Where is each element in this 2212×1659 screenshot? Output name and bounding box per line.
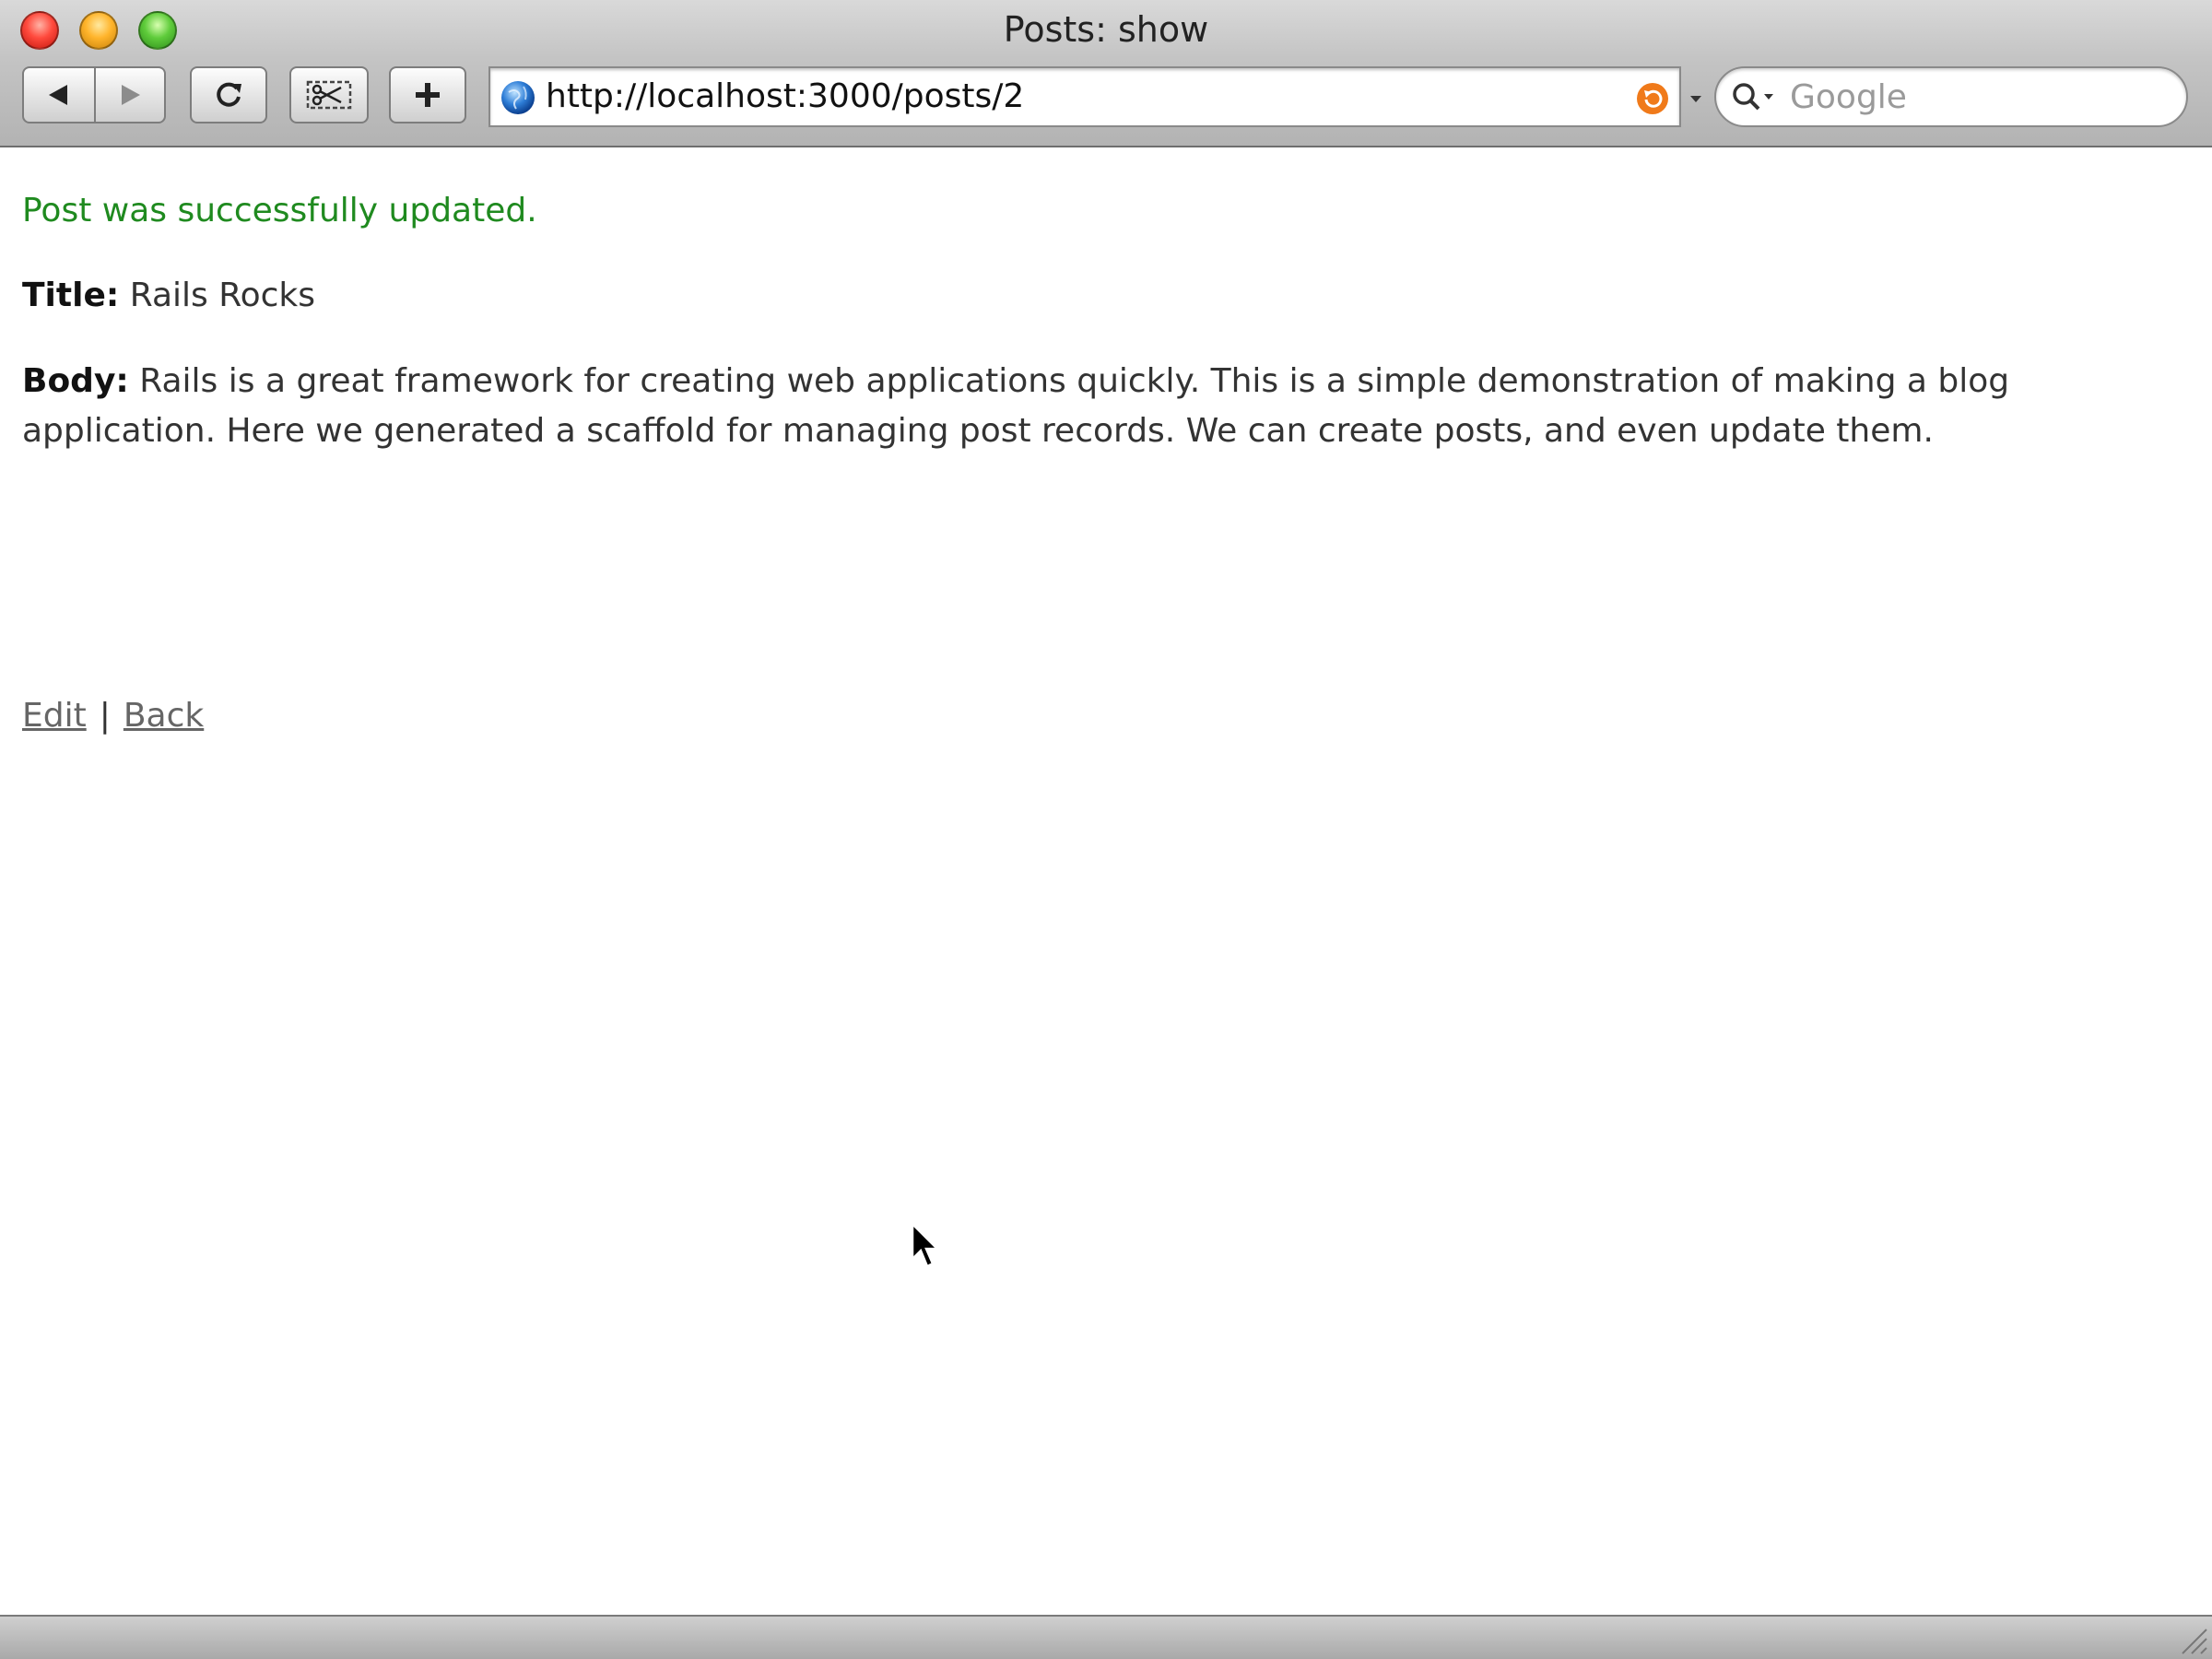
add-bookmark-icon xyxy=(416,83,440,107)
body-label: Body: xyxy=(22,362,129,400)
title-bar[interactable]: Posts: show xyxy=(0,0,2212,59)
search-icon[interactable] xyxy=(1729,79,1781,116)
title-value: Rails Rocks xyxy=(129,276,316,314)
browser-window: Posts: show http://localhost:3000/posts/… xyxy=(0,0,2212,1659)
resize-grip-icon[interactable] xyxy=(2175,1622,2208,1655)
search-bar[interactable] xyxy=(1714,66,2188,127)
post-actions: Edit | Back xyxy=(22,691,204,741)
back-button[interactable] xyxy=(22,66,96,124)
reload-button[interactable] xyxy=(190,66,267,124)
back-link[interactable]: Back xyxy=(124,697,204,735)
reload-icon xyxy=(217,82,241,107)
post-title-field: Title: Rails Rocks xyxy=(22,271,315,321)
title-label: Title: xyxy=(22,276,120,314)
window-title: Posts: show xyxy=(1003,9,1209,50)
web-clip-button[interactable] xyxy=(289,66,369,124)
mouse-cursor-icon xyxy=(911,1222,940,1268)
url-text[interactable]: http://localhost:3000/posts/2 xyxy=(546,77,1024,115)
link-separator: | xyxy=(99,697,111,735)
add-bookmark-button[interactable] xyxy=(389,66,466,124)
forward-button[interactable] xyxy=(94,66,166,124)
browser-chrome: Posts: show http://localhost:3000/posts/… xyxy=(0,0,2212,147)
status-bar xyxy=(0,1615,2212,1659)
edit-link[interactable]: Edit xyxy=(22,697,87,735)
globe-icon xyxy=(501,81,535,114)
address-dropdown-icon[interactable] xyxy=(1688,90,1703,105)
back-arrow-icon xyxy=(49,85,67,105)
flash-notice: Post was successfully updated. xyxy=(22,192,537,229)
forward-arrow-icon xyxy=(122,85,140,105)
web-clip-icon xyxy=(306,80,352,110)
address-bar[interactable]: http://localhost:3000/posts/2 xyxy=(488,66,1681,127)
snapback-icon[interactable] xyxy=(1635,81,1670,116)
search-input[interactable] xyxy=(1790,74,2168,120)
post-body-field: Body: Rails is a great framework for cre… xyxy=(22,357,2179,456)
body-value: Rails is a great framework for creating … xyxy=(22,362,2010,450)
